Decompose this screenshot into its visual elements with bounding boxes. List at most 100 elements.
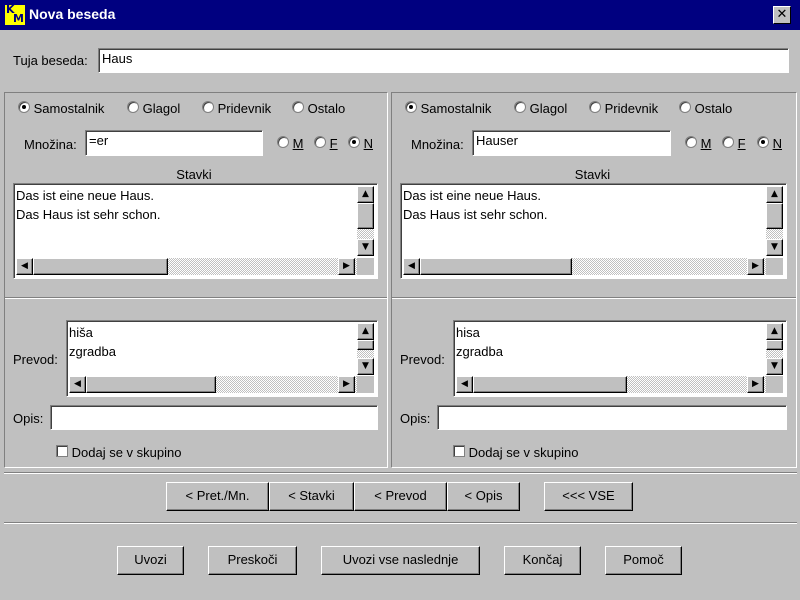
right-plural-input[interactable]: Hauser: [472, 130, 671, 156]
left-sentences-vthumb[interactable]: [357, 203, 374, 229]
right-translation-text: hisa zgradba: [456, 325, 503, 359]
right-radio-glagol[interactable]: Glagol: [514, 101, 567, 116]
left-translation-hthumb[interactable]: [86, 376, 216, 393]
right-sentences-text: Das ist eine neue Haus. Das Haus ist seh…: [403, 188, 548, 222]
scroll-left-icon[interactable]: ◀: [456, 376, 473, 393]
right-radio-pridevnik[interactable]: Pridevnik: [589, 101, 658, 116]
left-plural-input[interactable]: =er: [85, 130, 263, 156]
checkbox-icon: [453, 445, 465, 457]
left-divider: [5, 297, 387, 299]
left-sentences-label: Stavki: [176, 167, 212, 182]
left-radio-glagol[interactable]: Glagol: [127, 101, 180, 116]
radio-icon: [292, 101, 304, 113]
left-sentences-text: Das ist eine neue Haus. Das Haus ist seh…: [16, 188, 161, 222]
radio-selected-icon: [757, 136, 769, 148]
scroll-corner: [766, 258, 783, 275]
scroll-right-icon[interactable]: ▶: [747, 258, 764, 275]
scroll-down-icon[interactable]: ▼: [766, 358, 783, 375]
left-radio-pridevnik[interactable]: Pridevnik: [202, 101, 271, 116]
scroll-up-icon[interactable]: ▲: [766, 323, 783, 340]
scroll-left-icon[interactable]: ◀: [16, 258, 33, 275]
scroll-right-icon[interactable]: ▶: [338, 376, 355, 393]
right-gender-m[interactable]: M: [685, 136, 711, 151]
skip-button[interactable]: Preskoči: [208, 546, 297, 575]
copy-all-button[interactable]: <<< VSE: [544, 482, 633, 511]
title-bar[interactable]: [0, 0, 800, 30]
scroll-down-icon[interactable]: ▼: [357, 358, 374, 375]
scroll-left-icon[interactable]: ◀: [403, 258, 420, 275]
app-logo-icon: KM: [5, 3, 25, 25]
radio-icon: [314, 136, 326, 148]
left-radio-ostalo[interactable]: Ostalo: [292, 101, 345, 116]
import-button[interactable]: Uvozi: [117, 546, 184, 575]
left-desc-label: Opis:: [13, 411, 44, 426]
right-gender-n[interactable]: N: [757, 136, 782, 151]
right-sentences-hthumb[interactable]: [420, 258, 572, 275]
left-radio-samostalnik[interactable]: Samostalnik: [18, 101, 104, 116]
left-gender-f[interactable]: F: [314, 136, 338, 151]
radio-icon: [202, 101, 214, 113]
right-translation-list[interactable]: hisa zgradba ▲ ▼ ◀ ▶: [453, 320, 787, 397]
scroll-corner: [357, 258, 374, 275]
foreign-word-input[interactable]: Haus: [98, 48, 789, 73]
radio-selected-icon: [18, 101, 30, 113]
right-sentences-vthumb[interactable]: [766, 203, 783, 229]
left-sentences-textarea[interactable]: Das ist eine neue Haus. Das Haus ist seh…: [13, 183, 378, 279]
left-sentences-hthumb[interactable]: [33, 258, 168, 275]
left-desc-input[interactable]: [50, 405, 378, 430]
radio-icon: [514, 101, 526, 113]
right-sentences-textarea[interactable]: Das ist eine neue Haus. Das Haus ist seh…: [400, 183, 787, 279]
checkbox-icon: [56, 445, 68, 457]
radio-selected-icon: [405, 101, 417, 113]
right-plural-label: Množina:: [411, 137, 464, 152]
scroll-corner: [766, 376, 783, 393]
section-divider: [4, 472, 797, 474]
right-sentences-label: Stavki: [574, 167, 611, 182]
right-group-checkbox[interactable]: Dodaj se v skupino: [453, 445, 578, 460]
right-gender-f[interactable]: F: [722, 136, 746, 151]
finish-button[interactable]: Končaj: [504, 546, 581, 575]
footer-divider: [4, 522, 797, 524]
radio-icon: [685, 136, 697, 148]
right-desc-input[interactable]: [437, 405, 787, 430]
left-translation-list[interactable]: hiša zgradba ▲ ▼ ◀ ▶: [66, 320, 378, 397]
left-gender-m[interactable]: M: [277, 136, 303, 151]
scroll-corner: [357, 376, 374, 393]
import-all-next-button[interactable]: Uvozi vse naslednje: [321, 546, 480, 575]
scroll-right-icon[interactable]: ▶: [747, 376, 764, 393]
copy-translation-button[interactable]: < Prevod: [354, 482, 447, 511]
right-radio-ostalo[interactable]: Ostalo: [679, 101, 732, 116]
right-divider: [392, 297, 796, 299]
right-translation-vthumb[interactable]: [766, 340, 783, 350]
right-translation-hthumb[interactable]: [473, 376, 627, 393]
radio-icon: [127, 101, 139, 113]
left-translation-vthumb[interactable]: [357, 340, 374, 350]
copy-sentences-button[interactable]: < Stavki: [269, 482, 354, 511]
scroll-up-icon[interactable]: ▲: [766, 186, 783, 203]
scroll-left-icon[interactable]: ◀: [69, 376, 86, 393]
right-desc-label: Opis:: [400, 411, 431, 426]
left-translation-label: Prevod:: [13, 352, 58, 367]
scroll-up-icon[interactable]: ▲: [357, 186, 374, 203]
scroll-down-icon[interactable]: ▼: [766, 239, 783, 256]
radio-icon: [277, 136, 289, 148]
help-button[interactable]: Pomoč: [605, 546, 682, 575]
left-translation-text: hiša zgradba: [69, 325, 116, 359]
radio-icon: [722, 136, 734, 148]
radio-icon: [679, 101, 691, 113]
left-gender-n[interactable]: N: [348, 136, 373, 151]
foreign-word-label: Tuja beseda:: [13, 53, 88, 68]
copy-plural-button[interactable]: < Pret./Mn.: [166, 482, 269, 511]
left-plural-label: Množina:: [24, 137, 77, 152]
radio-selected-icon: [348, 136, 360, 148]
right-radio-samostalnik[interactable]: Samostalnik: [405, 101, 491, 116]
left-group-checkbox[interactable]: Dodaj se v skupino: [56, 445, 181, 460]
scroll-up-icon[interactable]: ▲: [357, 323, 374, 340]
right-translation-label: Prevod:: [400, 352, 445, 367]
copy-description-button[interactable]: < Opis: [447, 482, 520, 511]
scroll-right-icon[interactable]: ▶: [338, 258, 355, 275]
radio-icon: [589, 101, 601, 113]
window-title: Nova beseda: [29, 6, 116, 22]
scroll-down-icon[interactable]: ▼: [357, 239, 374, 256]
close-button[interactable]: ✕: [773, 6, 791, 24]
